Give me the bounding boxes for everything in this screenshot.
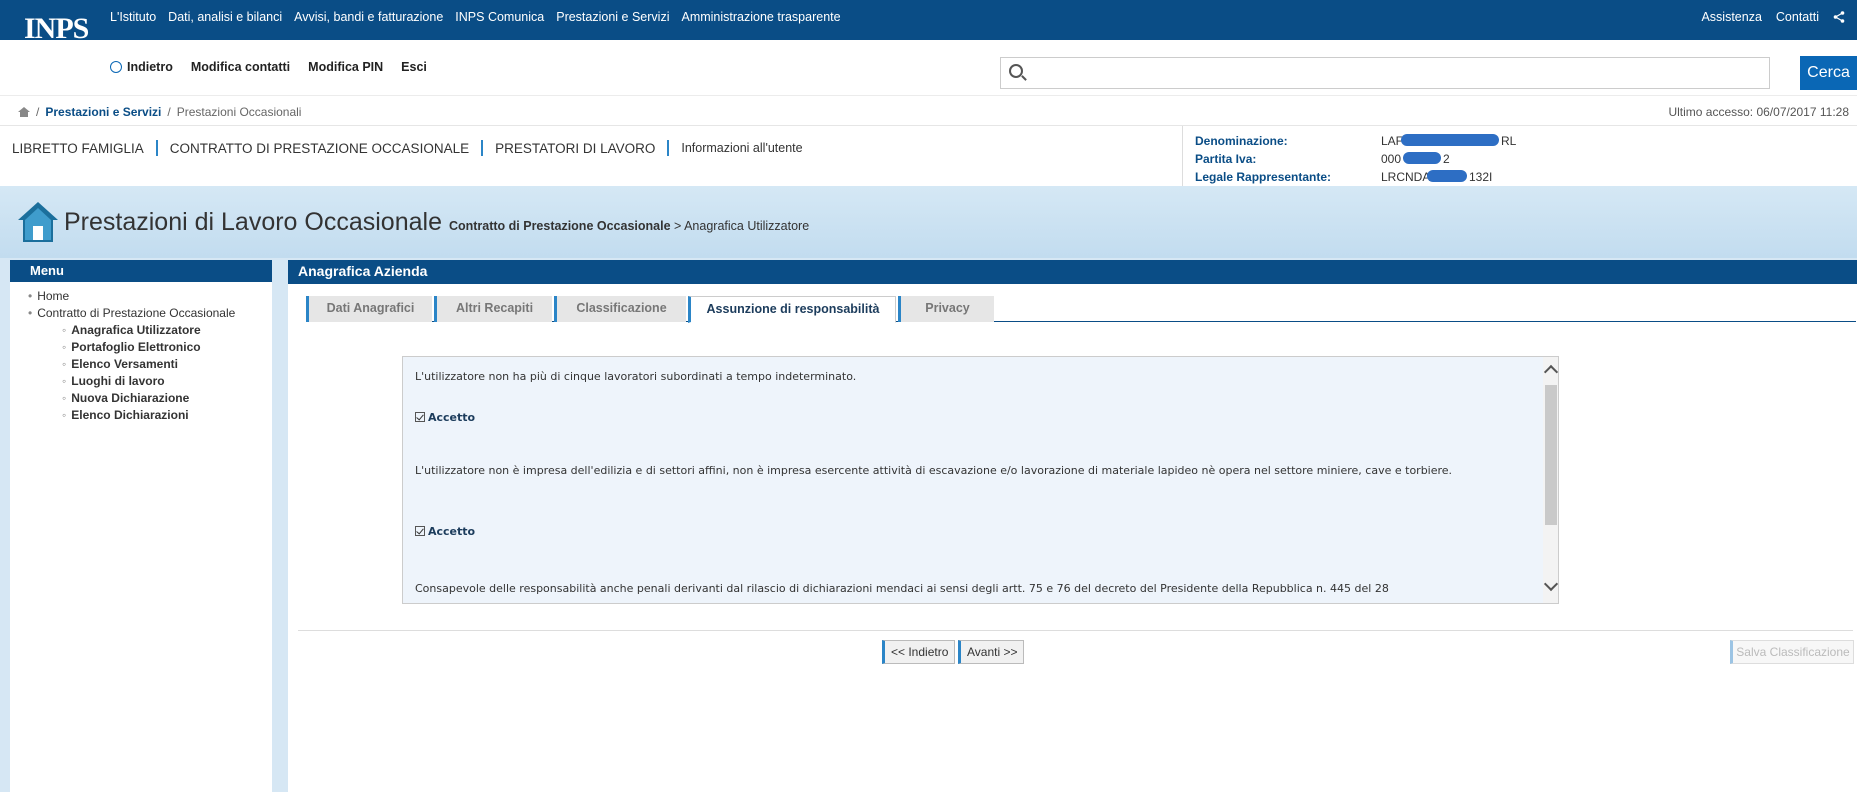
page-subtitle-bold: Contratto di Prestazione Occasionale [448, 219, 671, 233]
left-menu: Menu Home Contratto di Prestazione Occas… [10, 260, 272, 792]
breadcrumb-page: Prestazioni Occasionali [176, 105, 302, 119]
top-right: Assistenza Contatti [1701, 10, 1845, 24]
statement-3: Consapevole delle responsabilità anche p… [415, 582, 1389, 595]
redaction-mark [1403, 152, 1441, 164]
search-box [1000, 57, 1770, 89]
denominazione-value-a: LAF [1381, 134, 1404, 148]
top-link-comunica[interactable]: INPS Comunica [455, 10, 544, 24]
back-circle-icon [110, 61, 122, 73]
next-button[interactable]: Avanti >> [958, 640, 1025, 664]
panel-title: Anagrafica Azienda [288, 260, 1857, 284]
esci-link[interactable]: Esci [401, 60, 427, 74]
menu-item-anagrafica[interactable]: Anagrafica Utilizzatore [28, 322, 272, 339]
scroll-thumb[interactable] [1545, 385, 1557, 525]
partita-iva-value-a: 000 [1381, 152, 1402, 166]
legale-value-a: LRCNDA [1381, 170, 1431, 184]
menu-item-home[interactable]: Home [28, 288, 272, 305]
footer-divider [298, 630, 1853, 631]
back-button[interactable]: << Indietro [882, 640, 956, 664]
partita-iva-label: Partita Iva: [1195, 152, 1257, 166]
checkbox-checked-icon [415, 526, 425, 536]
accept-label-2: Accetto [428, 525, 476, 538]
modifica-pin-link[interactable]: Modifica PIN [308, 60, 383, 74]
legale-label: Legale Rappresentante: [1195, 170, 1332, 184]
indietro-link[interactable]: Indietro [110, 59, 173, 74]
menu-item-nuova-dichiarazione[interactable]: Nuova Dichiarazione [28, 390, 272, 407]
top-link-amministrazione[interactable]: Amministrazione trasparente [681, 10, 840, 24]
service-libretto-famiglia[interactable]: LIBRETTO FAMIGLIA [12, 141, 144, 156]
breadcrumb-sep: / [36, 105, 40, 119]
top-link-dati[interactable]: Dati, analisi e bilanci [168, 10, 282, 24]
indietro-label: Indietro [127, 60, 173, 74]
checkbox-checked-icon [415, 412, 425, 422]
page-title-text: Prestazioni di Lavoro Occasionale [64, 208, 442, 236]
declarations-scrollbar[interactable] [1543, 357, 1558, 603]
legale-value-b: 132I [1469, 170, 1493, 184]
save-button[interactable]: Salva Classificazione [1730, 640, 1854, 664]
assistenza-link[interactable]: Assistenza [1701, 10, 1761, 24]
menu-item-versamenti[interactable]: Elenco Versamenti [28, 356, 272, 373]
company-info: Denominazione: LAF RL Partita Iva: 000 2… [1182, 126, 1602, 186]
modifica-contatti-link[interactable]: Modifica contatti [191, 60, 290, 74]
service-bar: LIBRETTO FAMIGLIA CONTRATTO DI PRESTAZIO… [0, 126, 1857, 186]
tab-classificazione[interactable]: Classificazione [554, 296, 686, 322]
search-input[interactable] [1033, 62, 1753, 84]
statement-1: L'utilizzatore non ha più di cinque lavo… [415, 370, 857, 383]
breadcrumb-sep: / [167, 105, 171, 119]
service-prestatori[interactable]: PRESTATORI DI LAVORO [495, 141, 655, 156]
accept-label-1: Accetto [428, 411, 476, 424]
cerca-button[interactable]: Cerca [1800, 56, 1857, 90]
denominazione-label: Denominazione: [1195, 134, 1288, 148]
service-nav: LIBRETTO FAMIGLIA CONTRATTO DI PRESTAZIO… [12, 140, 803, 156]
scroll-up-icon[interactable] [1543, 364, 1558, 380]
redaction-mark [1401, 134, 1499, 146]
last-access: Ultimo accesso: 06/07/2017 11:28 [1668, 105, 1849, 119]
partita-iva-value-b: 2 [1443, 152, 1450, 166]
breadcrumb-section[interactable]: Prestazioni e Servizi [45, 105, 161, 119]
menu-item-contratto[interactable]: Contratto di Prestazione Occasionale [28, 305, 272, 322]
nav-separator [155, 140, 158, 156]
nav-separator [667, 140, 670, 156]
declarations-box[interactable]: L'utilizzatore non ha più di cinque lavo… [402, 356, 1559, 604]
main-panel: Anagrafica Azienda Dati Anagrafici Altri… [288, 260, 1857, 792]
contatti-link[interactable]: Contatti [1776, 10, 1819, 24]
top-link-avvisi[interactable]: Avvisi, bandi e fatturazione [294, 10, 443, 24]
menu-item-luoghi[interactable]: Luoghi di lavoro [28, 373, 272, 390]
menu-item-portafoglio[interactable]: Portafoglio Elettronico [28, 339, 272, 356]
top-bar: L'Istituto Dati, analisi e bilanci Avvis… [0, 0, 1857, 40]
menu-item-elenco-dichiarazioni[interactable]: Elenco Dichiarazioni [28, 407, 272, 424]
accept-checkbox-2[interactable]: Accetto [415, 525, 475, 538]
page-subtitle: Contratto di Prestazione Occasionale > A… [449, 219, 809, 233]
tab-bar: Dati Anagrafici Altri Recapiti Classific… [306, 296, 1856, 323]
share-icon[interactable] [1833, 11, 1845, 23]
top-link-istituto[interactable]: L'Istituto [110, 10, 156, 24]
accept-checkbox-1[interactable]: Accetto [415, 411, 475, 424]
service-contratto[interactable]: CONTRATTO DI PRESTAZIONE OCCASIONALE [170, 141, 469, 156]
redaction-mark [1427, 170, 1467, 182]
menu-title: Menu [10, 260, 272, 282]
search-icon [1009, 64, 1023, 78]
page-subtitle-rest: > Anagrafica Utilizzatore [670, 219, 810, 233]
home-icon[interactable] [18, 107, 30, 117]
tab-altri-recapiti[interactable]: Altri Recapiti [434, 296, 552, 322]
menu-list: Home Contratto di Prestazione Occasional… [10, 282, 272, 424]
nav-separator [481, 140, 484, 156]
tab-assunzione-responsabilita[interactable]: Assunzione di responsabilità [688, 296, 896, 323]
breadcrumb: / Prestazioni e Servizi / Prestazioni Oc… [18, 105, 301, 119]
service-informazioni[interactable]: Informazioni all'utente [681, 141, 802, 155]
scroll-down-icon[interactable] [1543, 576, 1558, 592]
breadcrumb-bar: / Prestazioni e Servizi / Prestazioni Oc… [0, 96, 1857, 126]
house-icon [18, 202, 58, 242]
page-title: Prestazioni di Lavoro Occasionale Contra… [64, 208, 809, 237]
tab-privacy[interactable]: Privacy [898, 296, 994, 322]
user-nav: Indietro Modifica contatti Modifica PIN … [110, 59, 427, 74]
top-link-prestazioni[interactable]: Prestazioni e Servizi [556, 10, 669, 24]
denominazione-value-b: RL [1501, 134, 1517, 148]
tab-dati-anagrafici[interactable]: Dati Anagrafici [306, 296, 432, 322]
statement-2: L'utilizzatore non è impresa dell'ediliz… [415, 464, 1453, 477]
page-banner: Prestazioni di Lavoro Occasionale Contra… [0, 186, 1857, 258]
top-links: L'Istituto Dati, analisi e bilanci Avvis… [110, 10, 841, 24]
